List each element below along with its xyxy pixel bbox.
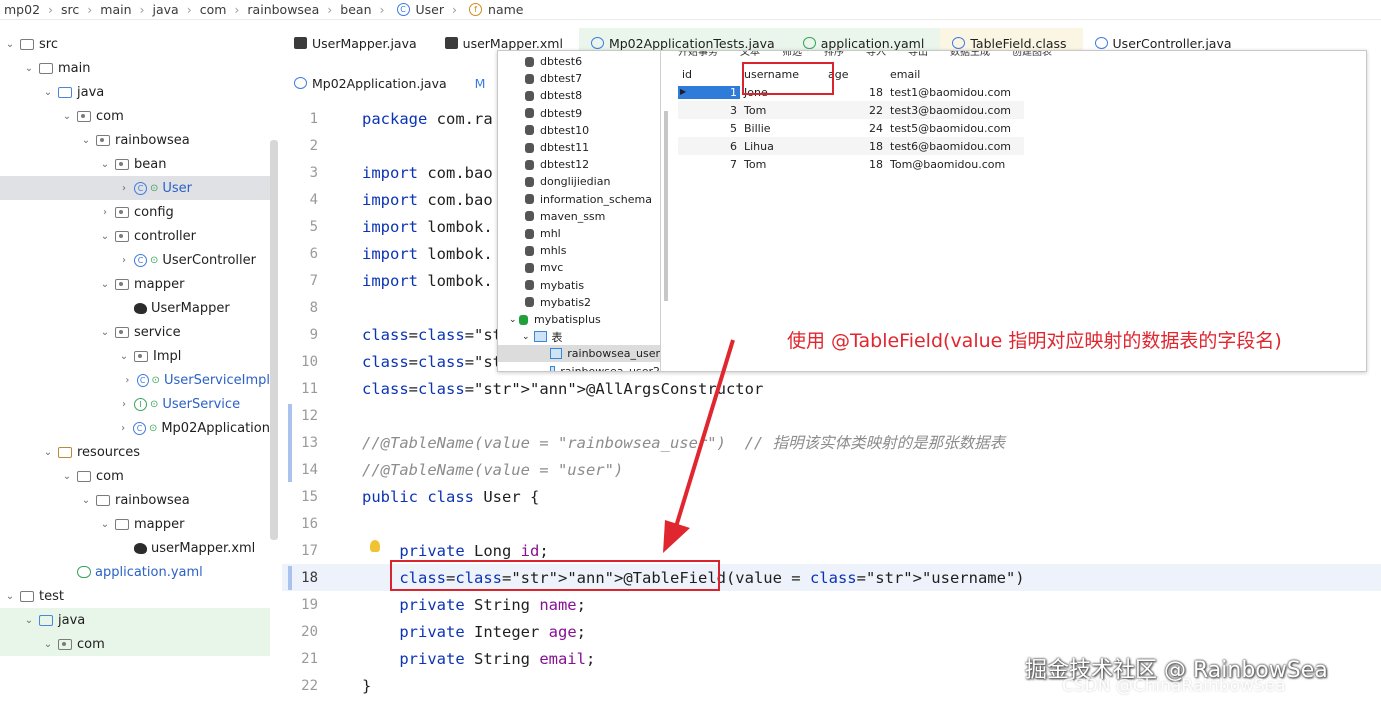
watermark-csdn: CSDN @ChinaRainbowSea <box>1062 676 1286 696</box>
annotation-arrow <box>663 339 735 553</box>
